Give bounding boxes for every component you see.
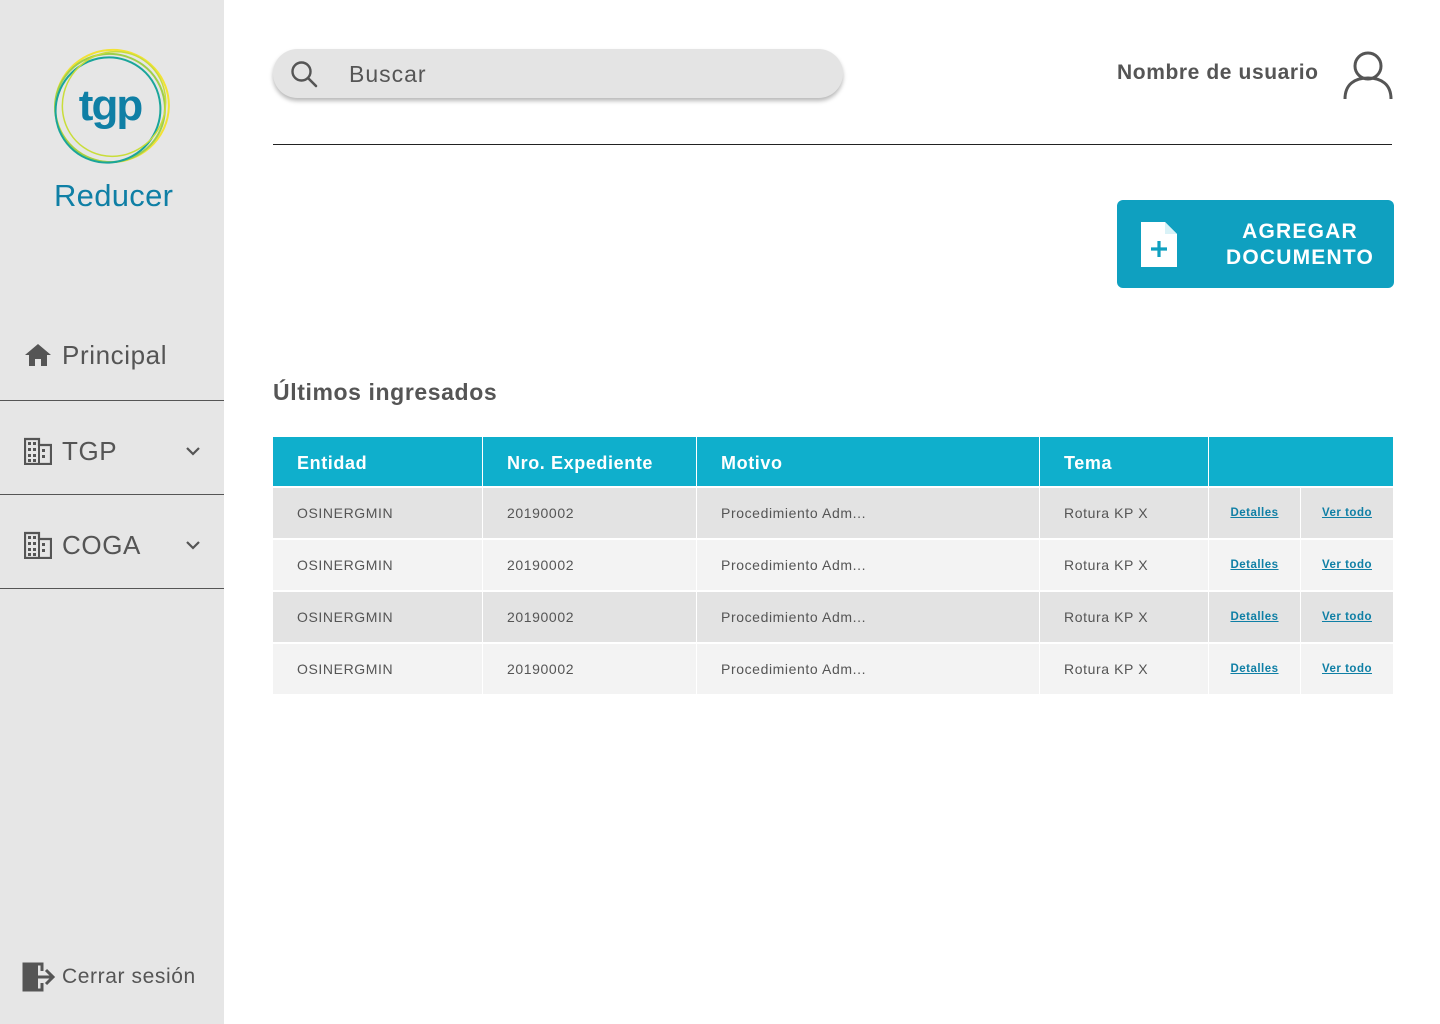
nav-label-principal: Principal bbox=[62, 339, 168, 370]
cell-detalles: Detalles bbox=[1209, 540, 1301, 590]
cell-motivo: Procedimiento Adm... bbox=[697, 540, 1040, 590]
detalles-link[interactable]: Detalles bbox=[1230, 559, 1278, 571]
ver-todo-link[interactable]: Ver todo bbox=[1322, 611, 1372, 623]
nav-divider bbox=[0, 494, 224, 495]
building-icon bbox=[24, 437, 52, 465]
cell-ver-todo: Ver todo bbox=[1301, 488, 1393, 538]
section-title: Últimos ingresados bbox=[273, 379, 498, 405]
search-input[interactable] bbox=[349, 57, 819, 91]
cell-ver-todo: Ver todo bbox=[1301, 644, 1393, 694]
table-row: OSINERGMIN 20190002 Procedimiento Adm...… bbox=[273, 538, 1393, 590]
cell-motivo: Procedimiento Adm... bbox=[697, 592, 1040, 642]
ver-todo-link[interactable]: Ver todo bbox=[1322, 507, 1372, 519]
home-icon bbox=[24, 341, 52, 369]
add-document-label-line2: DOCUMENTO bbox=[1225, 246, 1375, 269]
cell-expediente: 20190002 bbox=[483, 644, 697, 694]
sidebar: tgp Reducer Principal TGP COGA Cerrar se… bbox=[0, 0, 224, 1024]
table-header: Entidad Nro. Expediente Motivo Tema bbox=[273, 437, 1393, 486]
cell-ver-todo: Ver todo bbox=[1301, 592, 1393, 642]
table-row: OSINERGMIN 20190002 Procedimiento Adm...… bbox=[273, 590, 1393, 642]
logout-button[interactable]: Cerrar sesión bbox=[22, 958, 212, 996]
nav-item-principal[interactable]: Principal bbox=[0, 330, 224, 380]
cell-tema: Rotura KP X bbox=[1040, 644, 1209, 694]
add-document-icon bbox=[1139, 220, 1179, 269]
ver-todo-link[interactable]: Ver todo bbox=[1322, 663, 1372, 675]
building-icon bbox=[24, 531, 52, 559]
detalles-link[interactable]: Detalles bbox=[1230, 663, 1278, 675]
chevron-down-icon[interactable] bbox=[184, 536, 202, 554]
nav-divider bbox=[0, 400, 224, 401]
user-avatar-icon[interactable] bbox=[1342, 49, 1394, 101]
cell-motivo: Procedimiento Adm... bbox=[697, 488, 1040, 538]
documents-table: Entidad Nro. Expediente Motivo Tema OSIN… bbox=[273, 437, 1393, 694]
add-document-button[interactable]: AGREGAR DOCUMENTO bbox=[1117, 200, 1394, 288]
column-header-tema: Tema bbox=[1040, 437, 1209, 486]
header-divider bbox=[273, 144, 1392, 145]
detalles-link[interactable]: Detalles bbox=[1230, 611, 1278, 623]
nav-item-coga[interactable]: COGA bbox=[0, 520, 224, 570]
brand-name: Reducer bbox=[54, 178, 174, 213]
column-header-entidad: Entidad bbox=[273, 437, 483, 486]
chevron-down-icon[interactable] bbox=[184, 442, 202, 460]
add-document-label-line1: AGREGAR bbox=[1242, 220, 1358, 243]
ver-todo-link[interactable]: Ver todo bbox=[1322, 559, 1372, 571]
logout-label: Cerrar sesión bbox=[62, 965, 196, 988]
nav-divider bbox=[0, 588, 224, 589]
cell-tema: Rotura KP X bbox=[1040, 488, 1209, 538]
cell-expediente: 20190002 bbox=[483, 592, 697, 642]
column-header-motivo: Motivo bbox=[697, 437, 1040, 486]
logo-wordmark: tgp bbox=[79, 81, 143, 130]
nav-item-tgp[interactable]: TGP bbox=[0, 426, 224, 476]
column-header-expediente: Nro. Expediente bbox=[483, 437, 697, 486]
search-bar bbox=[273, 49, 843, 98]
cell-expediente: 20190002 bbox=[483, 488, 697, 538]
cell-entidad: OSINERGMIN bbox=[273, 592, 483, 642]
cell-expediente: 20190002 bbox=[483, 540, 697, 590]
cell-motivo: Procedimiento Adm... bbox=[697, 644, 1040, 694]
search-icon[interactable] bbox=[290, 60, 318, 88]
cell-entidad: OSINERGMIN bbox=[273, 644, 483, 694]
cell-tema: Rotura KP X bbox=[1040, 540, 1209, 590]
tgp-logo: tgp bbox=[50, 44, 174, 170]
column-header-actions bbox=[1209, 437, 1393, 486]
logout-icon bbox=[22, 961, 56, 993]
detalles-link[interactable]: Detalles bbox=[1230, 507, 1278, 519]
table-row: OSINERGMIN 20190002 Procedimiento Adm...… bbox=[273, 642, 1393, 694]
nav-label-tgp: TGP bbox=[62, 435, 118, 466]
cell-entidad: OSINERGMIN bbox=[273, 488, 483, 538]
user-name[interactable]: Nombre de usuario bbox=[1117, 61, 1319, 85]
table-row: OSINERGMIN 20190002 Procedimiento Adm...… bbox=[273, 486, 1393, 538]
nav-label-coga: COGA bbox=[62, 529, 141, 560]
cell-detalles: Detalles bbox=[1209, 488, 1301, 538]
cell-ver-todo: Ver todo bbox=[1301, 540, 1393, 590]
cell-entidad: OSINERGMIN bbox=[273, 540, 483, 590]
cell-detalles: Detalles bbox=[1209, 592, 1301, 642]
cell-detalles: Detalles bbox=[1209, 644, 1301, 694]
cell-tema: Rotura KP X bbox=[1040, 592, 1209, 642]
